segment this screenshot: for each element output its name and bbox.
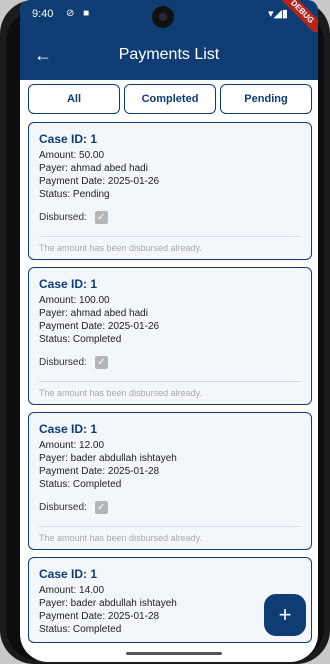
disbursed-note: The amount has been disbursed already. [39, 381, 301, 398]
filter-bar: All Completed Pending [28, 84, 312, 114]
payment-status: Status: Completed [39, 334, 122, 345]
page-title: Payments List [118, 46, 220, 63]
payment-card[interactable]: Case ID: 1 Amount: 50.00 Payer: ahmad ab… [28, 122, 312, 260]
amount: Amount: 100.00 [39, 295, 110, 306]
filter-pending-button[interactable]: Pending [220, 84, 312, 114]
amount: Amount: 50.00 [39, 150, 105, 161]
payment-date: Payment Date: 2025-01-26 [39, 321, 160, 332]
payment-status: Status: Pending [39, 189, 110, 200]
disbursed-note: The amount has been disbursed already. [39, 526, 301, 543]
disbursed-label: Disbursed: [39, 502, 87, 513]
case-id: Case ID: 1 [39, 277, 98, 291]
filter-all-button[interactable]: All [28, 84, 120, 114]
payment-card[interactable]: Case ID: 1 Amount: 100.00 Payer: ahmad a… [28, 267, 312, 405]
status-time: 9:40 [32, 8, 54, 20]
app-bar: ← Payments List [20, 32, 318, 80]
case-id: Case ID: 1 [39, 132, 98, 146]
payer: Payer: ahmad abed hadi [39, 308, 148, 319]
disbursed-row: Disbursed: ✓ [39, 356, 301, 369]
payer: Payer: ahmad abed hadi [39, 163, 148, 174]
add-payment-button[interactable]: + [264, 594, 306, 636]
gesture-bar[interactable] [126, 652, 222, 655]
payer: Payer: bader abdullah ishtayeh [39, 453, 177, 464]
payments-list[interactable]: Case ID: 1 Amount: 50.00 Payer: ahmad ab… [28, 122, 312, 650]
case-id: Case ID: 1 [39, 422, 98, 436]
disbursed-note: The amount has been disbursed already. [39, 236, 301, 253]
notification-icons: ⊘ ■ [66, 8, 93, 19]
disbursed-checkbox-icon[interactable]: ✓ [94, 211, 108, 224]
app-screen: 9:40 ⊘ ■ ▾◢▮ DEBUG ← Payments List All C… [20, 0, 318, 662]
filter-completed-button[interactable]: Completed [124, 84, 216, 114]
payer: Payer: bader abdullah ishtayeh [39, 598, 177, 609]
disbursed-row: Disbursed: ✓ [39, 211, 301, 224]
disbursed-label: Disbursed: [39, 212, 87, 223]
amount: Amount: 14.00 [39, 585, 105, 596]
status-bar: 9:40 ⊘ ■ ▾◢▮ DEBUG [20, 0, 318, 38]
payment-date: Payment Date: 2025-01-28 [39, 466, 160, 477]
disbursed-row: Disbursed: ✓ [39, 501, 301, 514]
payment-status: Status: Completed [39, 624, 122, 635]
case-id: Case ID: 1 [39, 567, 98, 581]
disbursed-checkbox-icon[interactable]: ✓ [94, 356, 108, 369]
disbursed-checkbox-icon[interactable]: ✓ [94, 501, 108, 514]
payment-status: Status: Completed [39, 479, 122, 490]
signal-battery-icons: ▾◢▮ [267, 8, 288, 20]
payment-date: Payment Date: 2025-01-26 [39, 176, 160, 187]
camera-cutout [152, 6, 174, 28]
amount: Amount: 12.00 [39, 440, 105, 451]
payment-card[interactable]: Case ID: 1 Amount: 12.00 Payer: bader ab… [28, 412, 312, 550]
payment-date: Payment Date: 2025-01-28 [39, 611, 160, 622]
disbursed-label: Disbursed: [39, 357, 87, 368]
